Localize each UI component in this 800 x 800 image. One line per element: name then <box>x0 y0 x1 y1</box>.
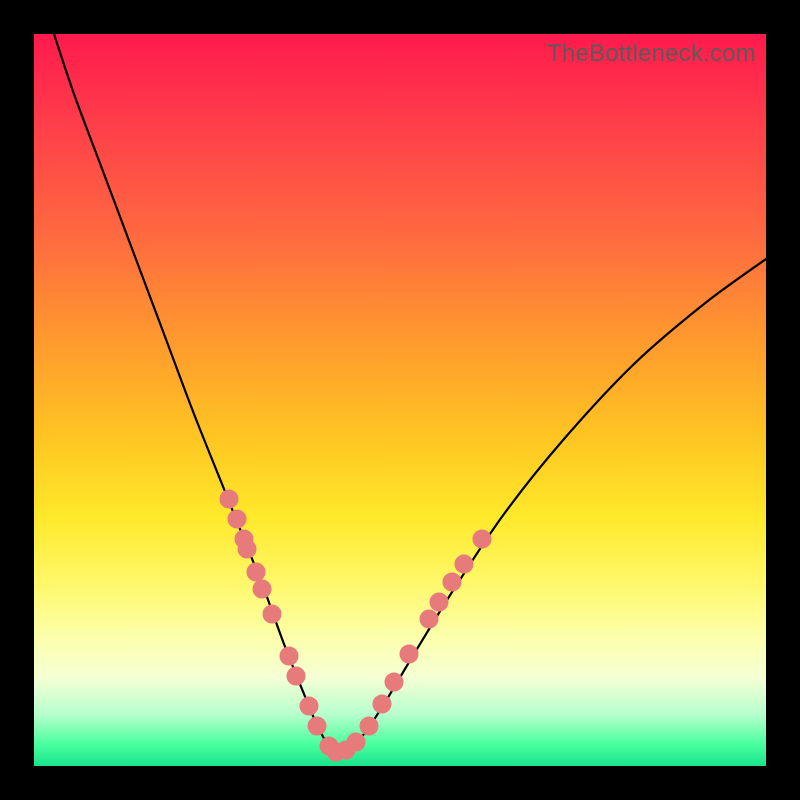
sample-dot <box>287 667 305 685</box>
plot-area: TheBottleneck.com <box>34 34 766 766</box>
sample-dot <box>253 580 271 598</box>
sample-dot <box>347 733 365 751</box>
sample-dot <box>455 555 473 573</box>
chart-frame: TheBottleneck.com <box>0 0 800 800</box>
sample-dot <box>247 563 265 581</box>
sample-dot <box>300 697 318 715</box>
sample-dot <box>430 593 448 611</box>
sample-dot <box>220 490 238 508</box>
sample-dot <box>373 695 391 713</box>
curve-svg <box>34 34 766 766</box>
sample-dot <box>420 610 438 628</box>
sample-dots <box>220 490 491 761</box>
sample-dot <box>473 530 491 548</box>
sample-dot <box>385 673 403 691</box>
sample-dot <box>238 540 256 558</box>
sample-dot <box>280 647 298 665</box>
sample-dot <box>360 717 378 735</box>
sample-dot <box>443 573 461 591</box>
sample-dot <box>400 645 418 663</box>
sample-dot <box>308 717 326 735</box>
sample-dot <box>263 605 281 623</box>
sample-dot <box>228 510 246 528</box>
